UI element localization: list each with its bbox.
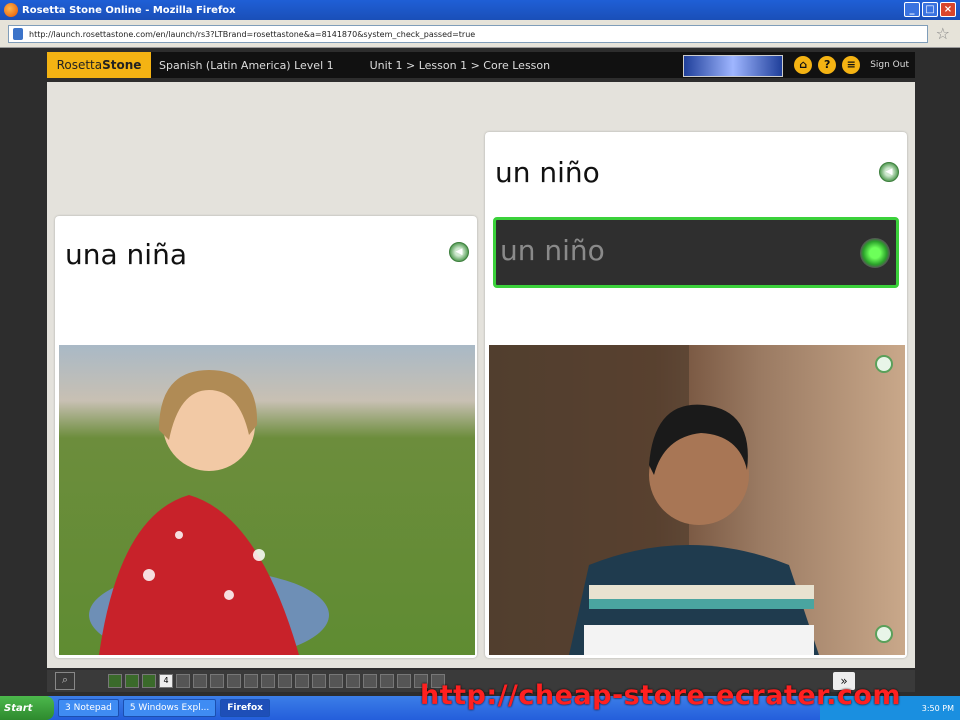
progress-step[interactable]	[244, 674, 258, 688]
url-text: http://launch.rosettastone.com/en/launch…	[29, 29, 476, 39]
help-icon[interactable]: ?	[818, 56, 837, 74]
close-button[interactable]: ×	[940, 2, 956, 17]
app-area: Rosetta Stone Spanish (Latin America) Lev…	[0, 48, 960, 696]
progress-step[interactable]	[278, 674, 292, 688]
minimize-button[interactable]: _	[904, 2, 920, 17]
progress-step[interactable]	[380, 674, 394, 688]
progress-step[interactable]	[210, 674, 224, 688]
card-left-label: una niña	[65, 238, 187, 271]
lesson-stage: una niña ◀ un niño ◀ un niño	[47, 82, 915, 668]
settings-icon[interactable]: ≡	[842, 56, 861, 74]
progress-step[interactable]	[227, 674, 241, 688]
progress-step[interactable]	[363, 674, 377, 688]
progress-step[interactable]	[295, 674, 309, 688]
taskbar-item-explorer[interactable]: 5 Windows Expl...	[122, 699, 217, 717]
progress-step[interactable]	[176, 674, 190, 688]
progress-step[interactable]	[397, 674, 411, 688]
window-controls: _ □ ×	[904, 2, 956, 17]
progress-indicator	[683, 55, 783, 77]
sign-out-link[interactable]: Sign Out	[870, 60, 909, 70]
answer-box: un niño	[493, 217, 899, 288]
progress-step[interactable]	[261, 674, 275, 688]
breadcrumb: Unit 1 > Lesson 1 > Core Lesson	[369, 58, 551, 72]
window-titlebar: Rosetta Stone Online - Mozilla Firefox _…	[0, 0, 960, 20]
progress-step[interactable]	[193, 674, 207, 688]
progress-step[interactable]	[108, 674, 122, 688]
zoom-icon[interactable]	[875, 355, 893, 373]
speaker-icon[interactable]: ◀	[879, 162, 899, 182]
course-title: Spanish (Latin America) Level 1	[159, 58, 334, 72]
watermark-text: http://cheap-store.ecrater.com	[420, 680, 902, 711]
window-title: Rosetta Stone Online - Mozilla Firefox	[22, 4, 236, 16]
rosetta-stone-logo: Rosetta Stone	[47, 52, 151, 78]
microphone-icon[interactable]	[860, 238, 890, 268]
progress-step-current[interactable]: 4	[159, 674, 173, 688]
progress-step[interactable]	[312, 674, 326, 688]
answer-text: un niño	[500, 234, 605, 267]
pause-icon[interactable]	[875, 625, 893, 643]
address-bar: http://launch.rosettastone.com/en/launch…	[0, 20, 960, 48]
girl-illustration	[89, 370, 329, 655]
taskbar-item-notepad[interactable]: 3 Notepad	[58, 699, 119, 717]
progress-step[interactable]	[125, 674, 139, 688]
boy-illustration	[489, 345, 819, 655]
photo-boy[interactable]	[489, 345, 905, 655]
app-header: Rosetta Stone Spanish (Latin America) Lev…	[47, 52, 915, 78]
progress-step[interactable]	[346, 674, 360, 688]
clock: 3:50 PM	[921, 703, 954, 713]
url-input[interactable]: http://launch.rosettastone.com/en/launch…	[8, 25, 928, 43]
magnifier-icon[interactable]: ⌕	[55, 672, 75, 690]
firefox-icon	[4, 3, 18, 17]
progress-step[interactable]	[142, 674, 156, 688]
page-icon	[13, 28, 23, 40]
header-actions: ⌂ ? ≡ Sign Out	[794, 56, 909, 74]
bookmark-star-icon[interactable]: ☆	[936, 24, 950, 43]
home-icon[interactable]: ⌂	[794, 56, 813, 74]
taskbar-item-firefox[interactable]: Firefox	[220, 699, 270, 717]
card-right-label: un niño	[495, 156, 600, 189]
maximize-button[interactable]: □	[922, 2, 938, 17]
photo-girl[interactable]	[59, 345, 475, 655]
speaker-icon[interactable]: ◀	[449, 242, 469, 262]
progress-step[interactable]	[329, 674, 343, 688]
start-button[interactable]: Start	[0, 696, 54, 720]
